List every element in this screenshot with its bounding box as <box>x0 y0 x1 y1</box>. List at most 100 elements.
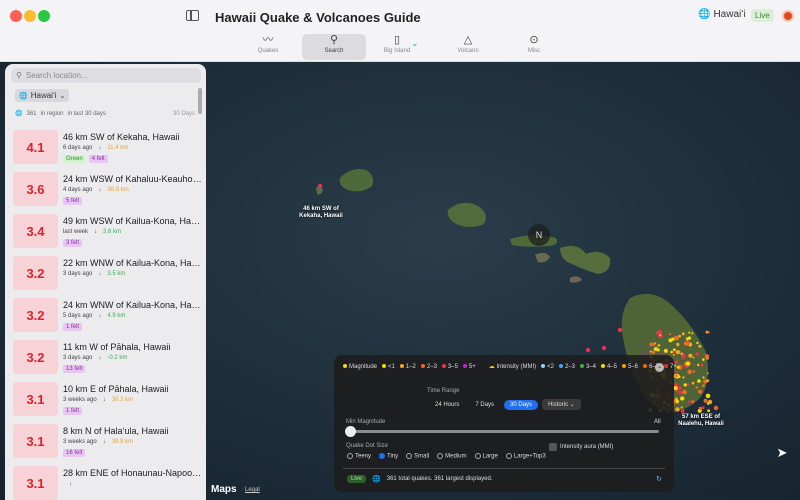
quake-dot[interactable] <box>697 379 701 383</box>
radio-indicator[interactable] <box>474 453 481 459</box>
quake-dot[interactable] <box>688 400 691 403</box>
dot-size-radio[interactable]: Medium <box>437 453 467 460</box>
quake-dot[interactable] <box>698 389 703 394</box>
quake-dot[interactable] <box>680 406 683 409</box>
tab-search[interactable]: ⚲ Search <box>302 34 366 60</box>
quake-list-item[interactable]: 3.6 24 km WSW of Kahaluu-Keauhou, Hawaii… <box>5 168 206 210</box>
quake-dot[interactable] <box>657 344 661 347</box>
minimize-window-button[interactable] <box>24 10 36 22</box>
intensity-aura-toggle[interactable]: Intensity aura (MMI) <box>549 443 613 451</box>
radio-indicator[interactable] <box>437 453 444 459</box>
quake-dot[interactable] <box>675 399 679 403</box>
quake-dot[interactable] <box>672 353 675 356</box>
quake-dot[interactable] <box>678 390 683 395</box>
quake-dot[interactable] <box>691 332 694 335</box>
quake-dot[interactable] <box>700 363 704 367</box>
quake-dot[interactable] <box>651 350 656 355</box>
tab-volcano[interactable]: △ Volcano <box>436 34 500 60</box>
quake-dot[interactable] <box>675 375 678 377</box>
radio-indicator[interactable] <box>406 453 413 459</box>
quake-dot[interactable] <box>695 352 700 357</box>
quake-dot[interactable] <box>677 386 683 391</box>
quake-dot[interactable] <box>695 386 699 389</box>
time-range-button[interactable]: 7 Days <box>469 400 500 410</box>
region-filter-button[interactable]: 🌐 Hawaiʻi ⌄ <box>15 89 70 102</box>
quake-list-item[interactable]: 3.2 24 km WNW of Kailua-Kona, Hawaii 5 d… <box>5 294 206 336</box>
historic-dropdown[interactable]: Historic ⌄ <box>542 399 581 410</box>
quake-dot[interactable] <box>697 363 700 367</box>
quake-dot[interactable] <box>692 370 696 373</box>
quake-dot[interactable] <box>696 341 699 345</box>
quake-dot[interactable] <box>692 356 695 359</box>
quake-dot[interactable] <box>698 406 703 410</box>
quake-dot[interactable] <box>702 358 705 361</box>
location-search-box[interactable]: ⚲ <box>11 68 201 83</box>
intensity-aura-checkbox[interactable] <box>549 443 557 451</box>
activity-indicator-icon[interactable] <box>784 12 792 20</box>
min-magnitude-slider-thumb[interactable] <box>345 426 356 437</box>
region-picker[interactable]: 🌐 Hawaiʻi ⌄ <box>698 9 757 20</box>
chevron-down-icon[interactable]: ⌄ <box>411 38 419 49</box>
legal-link[interactable]: Legal <box>245 487 260 493</box>
quake-dot[interactable] <box>701 406 705 410</box>
quake-dot[interactable] <box>685 341 691 347</box>
close-window-button[interactable] <box>10 10 22 22</box>
radio-indicator[interactable] <box>347 453 353 459</box>
quake-list-item[interactable]: 3.1 10 km E of Pāhala, Hawaii 3 weeks ag… <box>5 378 206 420</box>
quake-dot[interactable] <box>698 344 702 348</box>
quake-dot[interactable] <box>691 400 695 404</box>
quake-list-item[interactable]: 3.1 28 km ENE of Honaunau-Napoopoo, Hawa… <box>5 462 206 500</box>
map-label-naalehu[interactable]: 57 km ESE of Naalehu, Hawaii <box>676 414 726 428</box>
refresh-icon[interactable]: ↻ <box>656 475 662 483</box>
quake-dot[interactable] <box>691 381 695 385</box>
quake-dot[interactable] <box>649 350 652 353</box>
quake-dot[interactable] <box>317 183 323 189</box>
quake-dot[interactable] <box>675 407 680 412</box>
quake-dot[interactable] <box>674 335 679 341</box>
quake-dot[interactable] <box>688 331 691 334</box>
quake-dot[interactable] <box>706 379 710 383</box>
location-search-input[interactable] <box>25 71 186 80</box>
quake-dot[interactable] <box>585 347 591 353</box>
quake-dot[interactable] <box>687 369 692 375</box>
min-magnitude-slider-track[interactable] <box>347 430 659 433</box>
quake-dot[interactable] <box>704 354 710 359</box>
dot-size-radio[interactable]: Teeny <box>347 453 371 460</box>
radio-indicator[interactable] <box>379 453 386 459</box>
quake-dot[interactable] <box>663 348 668 353</box>
location-arrow-icon[interactable]: ➤ <box>774 445 790 461</box>
time-range-button[interactable]: 24 Hours <box>429 400 465 410</box>
tab-big-island[interactable]: ▯ Big Island <box>365 34 429 60</box>
quake-dot[interactable] <box>676 342 680 347</box>
quake-dot[interactable] <box>653 346 658 352</box>
quake-dot[interactable] <box>702 376 705 379</box>
quake-dot[interactable] <box>675 350 681 355</box>
dot-size-radio[interactable]: Small <box>406 453 429 460</box>
quake-dot[interactable] <box>682 389 687 395</box>
quake-list-item[interactable]: 3.2 11 km W of Pāhala, Hawaii 3 days ago… <box>5 336 206 378</box>
sidebar-toggle-icon[interactable] <box>186 10 199 21</box>
sidebar-scrollbar[interactable] <box>198 88 202 114</box>
quake-dot[interactable] <box>656 331 660 335</box>
live-mode-badge[interactable]: Live <box>347 475 367 483</box>
quake-dot[interactable] <box>707 399 713 405</box>
quake-dot[interactable] <box>682 376 685 379</box>
quake-dot[interactable] <box>673 386 678 391</box>
quake-dot[interactable] <box>668 338 673 343</box>
quake-dot[interactable] <box>701 384 705 388</box>
quake-list-item[interactable]: 4.1 46 km SW of Kekaha, Hawaii 6 days ag… <box>5 126 206 168</box>
quake-dot[interactable] <box>688 353 693 358</box>
quake-dot[interactable] <box>706 372 709 375</box>
quake-dot[interactable] <box>601 345 607 351</box>
quake-dot[interactable] <box>617 327 623 333</box>
quake-dot[interactable] <box>703 398 708 403</box>
quake-dot[interactable] <box>707 331 710 334</box>
quake-dot[interactable] <box>653 343 656 346</box>
quake-dot[interactable] <box>705 393 711 399</box>
zoom-window-button[interactable] <box>38 10 50 22</box>
quake-dot[interactable] <box>686 338 689 342</box>
quake-list-item[interactable]: 3.1 8 km N of Halaʻula, Hawaii 3 weeks a… <box>5 420 206 462</box>
compass-icon[interactable]: N <box>528 224 550 246</box>
quake-list-item[interactable]: 3.2 22 km WNW of Kailua-Kona, Hawaii 3 d… <box>5 252 206 294</box>
quake-dot[interactable] <box>685 361 691 366</box>
